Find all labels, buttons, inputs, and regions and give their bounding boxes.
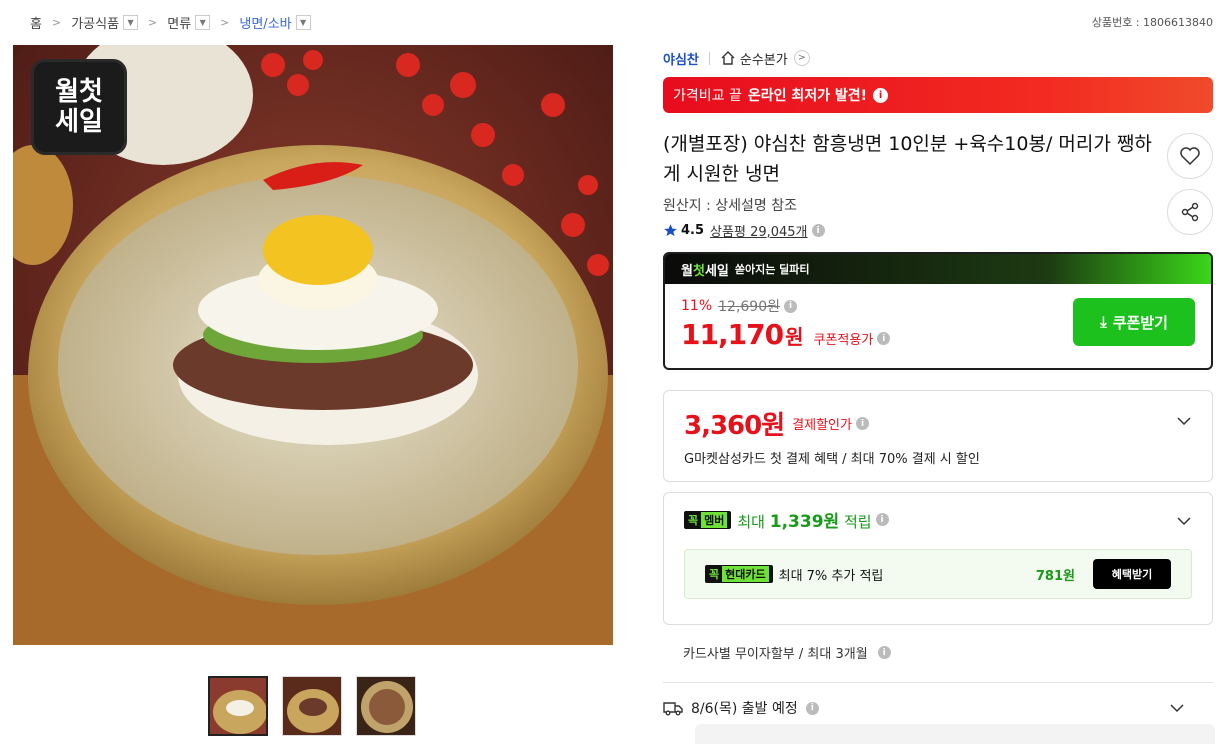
price-compare-banner[interactable]: 가격비교 끝 온라인 최저가 발견! i — [663, 77, 1213, 113]
member-prefix: 최대 — [737, 513, 765, 531]
info-icon[interactable]: i — [805, 701, 819, 715]
info-icon[interactable]: i — [855, 417, 869, 430]
hyundai-tag: 꼭 현대카드 — [705, 565, 773, 583]
coupon-button-label: 쿠폰받기 — [1112, 313, 1168, 332]
cash-discount-row: 3,360원 결제할인가 i G마켓삼성카드 첫 결제 혜택 / 최대 70% … — [664, 391, 1212, 481]
coupon-price-label: 쿠폰적용가 i — [813, 329, 891, 348]
shipping-row[interactable]: 8/6(목) 출발 예정 i — [663, 697, 1213, 719]
thumbnail-2[interactable] — [282, 676, 342, 736]
deal-body: 11% 12,690원 i 11,170 원 쿠폰적용가 i ⤓ 쿠폰받기 — [665, 284, 1211, 368]
sale-price: 11,170 — [681, 318, 784, 351]
info-icon[interactable]: i — [873, 87, 889, 103]
banner-prefix: 가격비교 끝 — [673, 88, 742, 104]
thumbnail-3[interactable] — [356, 676, 416, 736]
review-count: 29,045개 — [750, 225, 808, 240]
chevron-right-icon: > — [220, 15, 230, 29]
home-icon — [721, 51, 735, 65]
chevron-down-icon[interactable] — [1176, 513, 1192, 529]
chevron-down-icon[interactable]: ▼ — [195, 14, 211, 30]
member-tag: 꼭 멤버 — [684, 510, 732, 529]
rating-score: 4.5 — [681, 223, 705, 238]
coupon-download-button[interactable]: ⤓ 쿠폰받기 — [1073, 298, 1195, 346]
coupon-label-text: 쿠폰적용가 — [813, 333, 874, 348]
product-title: (개별포장) 야심찬 함흥냉면 10인분 +육수10봉/ 머리가 쨍하게 시원한… — [663, 133, 1152, 185]
get-benefit-button[interactable]: 혜택받기 — [1093, 559, 1171, 589]
brand-row: 야심찬 순수본가 > — [663, 45, 1213, 71]
review-label: 상품평 — [710, 225, 746, 240]
truck-icon — [663, 702, 683, 716]
card-discount-panel[interactable]: 3,360원 결제할인가 i G마켓삼성카드 첫 결제 혜택 / 최대 70% … — [663, 390, 1213, 482]
rating-row: 4.5 상품평 29,045개 i — [663, 221, 1213, 240]
product-number: 상품번호 : 1806613840 — [1091, 16, 1213, 29]
banner-highlight: 온라인 최저가 발견! — [747, 88, 868, 104]
info-icon[interactable]: i — [877, 646, 891, 659]
member-reward-text: 최대 1,339원 적립 — [737, 507, 871, 532]
share-button[interactable] — [1167, 189, 1213, 235]
member-benefit-panel[interactable]: 꼭 멤버 최대 1,339원 적립 i 꼭 현대카드 최대 7% 추가 적립 781… — [663, 492, 1213, 625]
heart-icon — [1180, 147, 1200, 166]
breadcrumb: 홈 > 가공식품 ▼ > 면류 ▼ > 냉면/소바 ▼ — [30, 12, 311, 32]
wishlist-button[interactable] — [1167, 133, 1213, 179]
shipping-detail-box — [695, 724, 1215, 744]
deal-subtitle: 쏟아지는 딜파티 — [734, 263, 810, 276]
breadcrumb-item-naengmyeon[interactable]: 냉면/소바 — [239, 13, 291, 32]
brand-link[interactable]: 야심찬 — [663, 49, 699, 68]
chevron-right-icon: > — [793, 50, 810, 66]
chevron-down-icon[interactable] — [1169, 700, 1185, 716]
shipping-date: 8/6(목) 출발 예정 — [691, 701, 798, 717]
chevron-right-icon: > — [148, 15, 158, 29]
download-icon: ⤓ — [1100, 313, 1107, 331]
deal-box: 월 첫 세일 쏟아지는 딜파티 11% 12,690원 i 11,170 원 쿠폰적… — [663, 252, 1213, 370]
member-suffix: 적립 — [843, 513, 872, 531]
hyundai-tag-b: 현대카드 — [722, 566, 769, 582]
cash-discount: 3,360원 결제할인가 i — [684, 405, 1192, 442]
divider — [663, 682, 1213, 683]
hyundai-benefit-text: 최대 7% 추가 적립 — [778, 568, 884, 584]
divider — [708, 51, 710, 65]
store-name: 순수본가 — [739, 52, 788, 68]
chevron-down-icon[interactable]: ▼ — [123, 14, 139, 30]
installment-info: 카드사별 무이자할부 / 최대 3개월 i — [683, 643, 1213, 662]
member-tag-b: 멤버 — [701, 511, 728, 528]
member-amount: 1,339원 — [769, 512, 840, 532]
thumbnail-strip — [208, 676, 416, 736]
hyundai-tag-a: 꼭 — [709, 568, 720, 581]
currency-unit: 원 — [785, 325, 804, 349]
info-icon[interactable]: i — [875, 513, 889, 526]
store-link[interactable]: 순수본가 > — [720, 49, 810, 68]
review-link[interactable]: 상품평 29,045개 — [710, 221, 807, 240]
sale-badge: 월첫 세일 — [31, 59, 127, 155]
chevron-right-icon: > — [51, 15, 62, 29]
deal-badge-suffix: 세일 — [704, 263, 729, 279]
info-icon[interactable]: i — [877, 332, 891, 345]
breadcrumb-item-processed-food[interactable]: 가공식품 — [71, 13, 119, 32]
deal-badge-highlight: 첫 — [692, 263, 705, 279]
hyundai-card-benefit: 꼭 현대카드 최대 7% 추가 적립 781원 혜택받기 — [684, 549, 1192, 599]
deal-header: 월 첫 세일 쏟아지는 딜파티 — [665, 254, 1211, 284]
installment-text: 카드사별 무이자할부 / 최대 3개월 — [683, 647, 868, 662]
share-icon — [1181, 202, 1199, 222]
hyundai-points: 781원 — [1035, 568, 1075, 584]
product-main-image[interactable]: 월첫 세일 — [13, 45, 613, 645]
origin-info: 원산지 : 상세설명 참조 — [663, 198, 797, 214]
breadcrumb-item-noodles[interactable]: 면류 — [167, 13, 191, 32]
member-tag-a: 꼭 — [688, 513, 699, 527]
card-discount-price: 3,360원 — [684, 411, 785, 441]
chevron-down-icon[interactable] — [1176, 413, 1192, 429]
product-info-panel: 야심찬 순수본가 > 가격비교 끝 온라인 최저가 발견! i (개별포장) 야… — [663, 45, 1213, 719]
info-icon[interactable]: i — [811, 224, 825, 237]
star-icon — [664, 224, 677, 237]
discount-rate: 11% — [681, 298, 713, 314]
chevron-down-icon[interactable]: ▼ — [295, 14, 311, 30]
breadcrumb-home[interactable]: 홈 — [30, 13, 42, 32]
thumbnail-1[interactable] — [208, 676, 268, 736]
card-discount-label: 결제할인가 — [792, 418, 852, 433]
deal-badge-prefix: 월 — [681, 263, 693, 279]
member-reward-row: 꼭 멤버 최대 1,339원 적립 i — [684, 507, 889, 532]
info-icon[interactable]: i — [784, 299, 797, 313]
card-discount-description: G마켓삼성카드 첫 결제 혜택 / 최대 70% 결제 시 할인 — [684, 452, 980, 467]
original-price: 12,690원 — [718, 299, 780, 315]
